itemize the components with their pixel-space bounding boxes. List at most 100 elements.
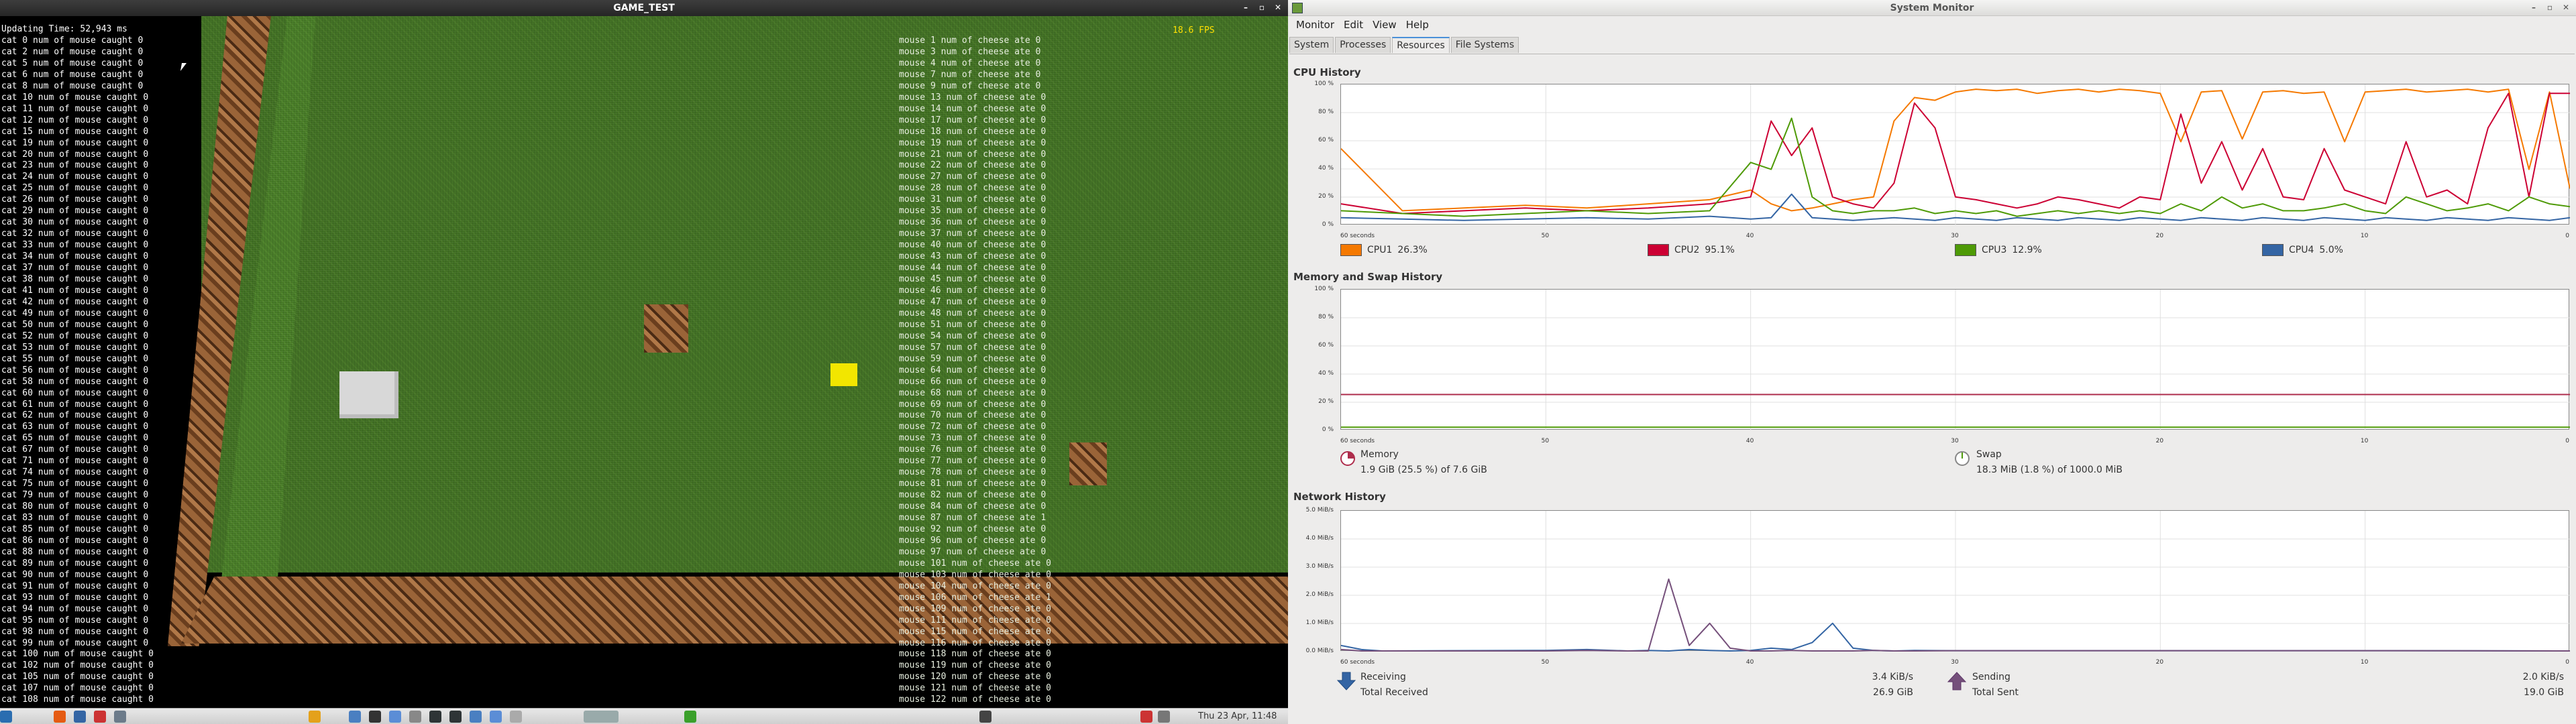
sysmon-titlebar[interactable]: System Monitor – ▫ ✕	[1288, 0, 2576, 16]
app-menu-icon[interactable]	[0, 711, 12, 723]
cat-stat-row: cat 32 num of mouse caught 0	[1, 229, 149, 239]
folder-icon[interactable]	[389, 711, 401, 723]
color-swatch[interactable]	[1340, 244, 1362, 256]
x-tick-label: 50	[1541, 233, 1550, 239]
cat-stat-row: cat 10 num of mouse caught 0	[1, 92, 149, 103]
network-history-graph	[1340, 510, 2571, 652]
cat-stat-row: cat 94 num of mouse caught 0	[1, 603, 149, 614]
volume-icon[interactable]	[1158, 711, 1170, 723]
tab-bar: System Processes Resources File Systems	[1289, 37, 1520, 53]
mouse-stat-row: mouse 119 num of cheese ate 0	[899, 660, 1051, 671]
cpu-legend-item[interactable]: CPU3 12.9%	[1955, 244, 2042, 256]
y-tick-label: 0 %	[1322, 426, 1334, 433]
tray-icon[interactable]	[1140, 711, 1152, 723]
network-chart	[1340, 511, 2571, 652]
color-swatch[interactable]	[1955, 244, 1976, 256]
memory-history-graph	[1340, 289, 2570, 430]
terminal2-icon[interactable]	[429, 711, 441, 723]
mouse-stat-row: mouse 122 num of cheese ate 0	[899, 695, 1051, 705]
paint-icon[interactable]	[94, 711, 106, 723]
tab-system[interactable]: System	[1289, 37, 1334, 53]
cpu-legend-item[interactable]: CPU1 26.3%	[1340, 244, 1428, 256]
monitor-preview-icon[interactable]	[584, 711, 619, 723]
x-tick-label: 50	[1541, 438, 1550, 444]
network-icon[interactable]	[74, 711, 86, 723]
terminal-icon[interactable]	[369, 711, 381, 723]
cat-stat-row: cat 38 num of mouse caught 0	[1, 274, 149, 285]
cpu-legend-label: CPU3	[1982, 245, 2007, 255]
clock[interactable]: Thu 23 Apr, 11:48	[1198, 711, 1277, 721]
minimize-icon[interactable]: –	[2529, 3, 2538, 12]
menu-view[interactable]: View	[1370, 19, 1403, 31]
x-tick-label: 40	[1746, 438, 1754, 444]
mouse-stat-row: mouse 96 num of cheese ate 0	[899, 535, 1046, 546]
editor-icon[interactable]	[409, 711, 421, 723]
close-icon[interactable]: ✕	[2561, 3, 2571, 12]
mouse-stat-row: mouse 92 num of cheese ate 0	[899, 524, 1046, 534]
y-tick-label: 20 %	[1318, 398, 1334, 405]
mouse-stat-row: mouse 106 num of cheese ate 1	[899, 592, 1051, 603]
total-received-label: Total Received	[1360, 687, 1428, 698]
mouse-stat-row: mouse 22 num of cheese ate 0	[899, 160, 1046, 171]
cat-stat-row: cat 23 num of mouse caught 0	[1, 160, 149, 171]
run-icon[interactable]	[684, 711, 696, 723]
color-swatch[interactable]	[1648, 244, 1669, 256]
menu-edit[interactable]: Edit	[1341, 19, 1370, 31]
tab-resources[interactable]: Resources	[1392, 37, 1450, 53]
system-monitor-icon	[1292, 3, 1303, 13]
x-tick-label: 20	[2155, 659, 2164, 666]
minimize-icon[interactable]: –	[1241, 3, 1250, 12]
mouse-stat-row: mouse 13 num of cheese ate 0	[899, 92, 1046, 103]
x-tick-label: 30	[1951, 438, 1959, 444]
chrome-icon[interactable]	[309, 711, 321, 723]
taskbar: Thu 23 Apr, 11:48	[0, 708, 1288, 724]
folder2-icon[interactable]	[490, 711, 502, 723]
cpu-legend-value: 12.9%	[2012, 245, 2042, 255]
receiving-value: 3.4 KiB/s	[1872, 672, 1913, 682]
cat-stat-row: cat 79 num of mouse caught 0	[1, 490, 149, 501]
menu-monitor[interactable]: Monitor	[1293, 19, 1341, 31]
maximize-icon[interactable]: ▫	[2545, 3, 2555, 12]
cat-stat-row: cat 63 num of mouse caught 0	[1, 422, 149, 432]
files2-icon[interactable]	[470, 711, 482, 723]
maximize-icon[interactable]: ▫	[1257, 3, 1267, 12]
mouse-stat-row: mouse 69 num of cheese ate 0	[899, 399, 1046, 410]
x-tick-label: 10	[2360, 438, 2369, 444]
cpu-legend-value: 95.1%	[1705, 245, 1735, 255]
cat-stat-row: cat 25 num of mouse caught 0	[1, 183, 149, 194]
menu-help[interactable]: Help	[1403, 19, 1436, 31]
cpu-legend-item[interactable]: CPU4 5.0%	[2262, 244, 2343, 256]
game-titlebar[interactable]: GAME_TEST – ▫ ✕	[0, 0, 1288, 16]
close-icon[interactable]: ✕	[1273, 3, 1283, 12]
mouse-stat-row: mouse 47 num of cheese ate 0	[899, 296, 1046, 307]
firefox-icon[interactable]	[54, 711, 66, 723]
files-icon[interactable]	[349, 711, 361, 723]
settings-icon[interactable]	[114, 711, 126, 723]
cpu-legend-item[interactable]: CPU2 95.1%	[1648, 244, 1735, 256]
cat-stat-row: cat 24 num of mouse caught 0	[1, 172, 149, 182]
y-tick-label: 0 %	[1322, 221, 1334, 228]
cat-stat-row: cat 33 num of mouse caught 0	[1, 240, 149, 251]
mouse-stat-row: mouse 3 num of cheese ate 0	[899, 46, 1041, 57]
tab-processes[interactable]: Processes	[1335, 37, 1391, 53]
memory-pie-icon	[1340, 451, 1355, 466]
cat-stat-row: cat 107 num of mouse caught 0	[1, 683, 154, 694]
memory-chart	[1341, 290, 2570, 430]
mouse-stat-row: mouse 97 num of cheese ate 0	[899, 546, 1046, 557]
mouse-stat-row: mouse 103 num of cheese ate 0	[899, 569, 1051, 580]
mouse-stat-row: mouse 44 num of cheese ate 0	[899, 263, 1046, 274]
tab-file-systems[interactable]: File Systems	[1450, 37, 1519, 53]
sending-value: 2.0 KiB/s	[2522, 672, 2564, 682]
y-tick-label: 2.0 MiB/s	[1305, 591, 1334, 598]
terminal3-icon[interactable]	[449, 711, 462, 723]
mouse-stat-row: mouse 37 num of cheese ate 0	[899, 229, 1046, 239]
x-tick-label: 30	[1951, 233, 1959, 239]
window-icon[interactable]	[510, 711, 522, 723]
mouse-cursor-icon	[180, 63, 187, 71]
mouse-stat-row: mouse 72 num of cheese ate 0	[899, 422, 1046, 432]
color-swatch[interactable]	[2262, 244, 2284, 256]
memory-history-header: Memory and Swap History	[1293, 271, 1443, 283]
cat-stat-row: cat 91 num of mouse caught 0	[1, 581, 149, 591]
game-viewport[interactable]: 18.6 FPS Updating Time: 52,943 ms cat 0 …	[0, 16, 1288, 708]
window2-icon[interactable]	[979, 711, 991, 723]
